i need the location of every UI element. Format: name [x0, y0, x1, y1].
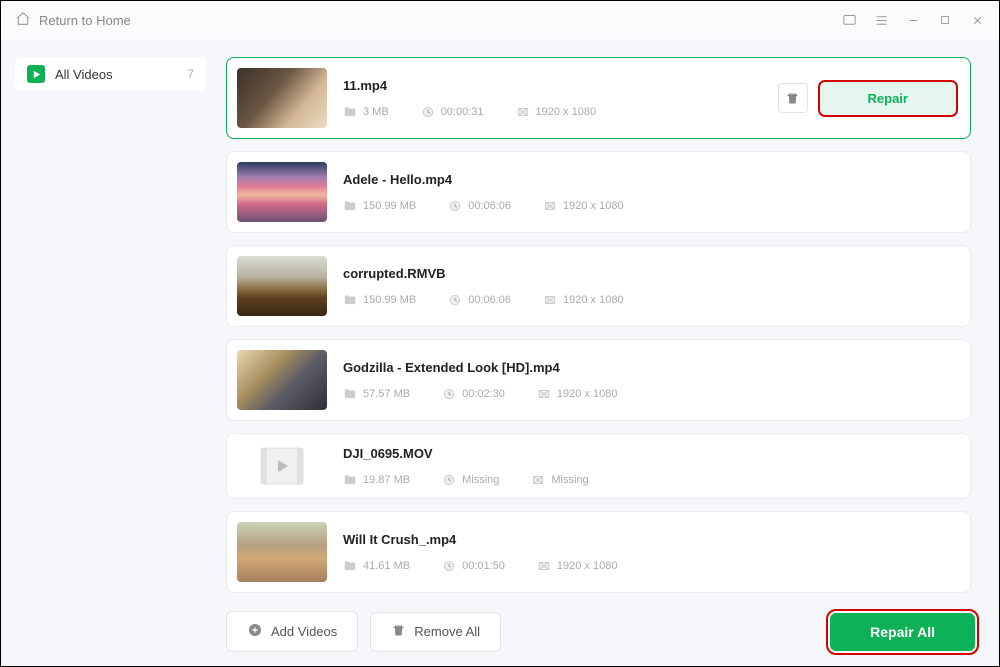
size-icon	[343, 199, 357, 213]
video-resolution: 1920 x 1080	[563, 294, 624, 306]
video-meta: 41.61 MB 00:01:50 1920 x 1080	[343, 559, 956, 573]
video-thumbnail	[237, 256, 327, 316]
video-placeholder-icon	[255, 444, 309, 488]
video-card[interactable]: DJI_0695.MOV 19.87 MB Missing Missing	[226, 433, 971, 499]
size-icon	[343, 293, 357, 307]
close-icon[interactable]	[963, 6, 991, 34]
video-list: 11.mp4 3 MB 00:00:31 1920 x 1080 Repair …	[226, 57, 975, 597]
resolution-icon	[537, 387, 551, 401]
video-thumbnail	[237, 68, 327, 128]
maximize-icon[interactable]	[931, 6, 959, 34]
size-icon	[343, 105, 357, 119]
size-icon	[343, 387, 357, 401]
clock-icon	[421, 105, 435, 119]
video-duration: 00:01:50	[462, 560, 505, 572]
video-size: 150.99 MB	[363, 200, 416, 212]
return-home[interactable]: Return to Home	[15, 11, 131, 30]
video-meta: 19.87 MB Missing Missing	[343, 473, 956, 487]
video-filename: Godzilla - Extended Look [HD].mp4	[343, 360, 956, 375]
clock-icon	[442, 387, 456, 401]
minimize-icon[interactable]	[899, 6, 927, 34]
clock-icon	[442, 473, 456, 487]
resolution-icon	[543, 293, 557, 307]
resolution-icon	[537, 559, 551, 573]
trash-icon	[391, 623, 406, 641]
repair-all-button[interactable]: Repair All	[830, 613, 975, 651]
video-filename: corrupted.RMVB	[343, 266, 956, 281]
size-icon	[343, 559, 357, 573]
video-duration: 00:00:31	[441, 106, 484, 118]
resolution-icon	[516, 105, 530, 119]
video-card[interactable]: 11.mp4 3 MB 00:00:31 1920 x 1080 Repair	[226, 57, 971, 139]
video-duration: 00:06:06	[468, 294, 511, 306]
clock-icon	[448, 199, 462, 213]
video-meta: 150.99 MB 00:06:06 1920 x 1080	[343, 199, 956, 213]
resolution-icon	[531, 473, 545, 487]
video-thumbnail	[237, 162, 327, 222]
video-resolution: 1920 x 1080	[557, 560, 618, 572]
video-resolution: 1920 x 1080	[536, 106, 597, 118]
video-resolution: 1920 x 1080	[557, 388, 618, 400]
video-filename: Adele - Hello.mp4	[343, 172, 956, 187]
video-card[interactable]: Will It Crush_.mp4 41.61 MB 00:01:50 192…	[226, 511, 971, 593]
video-card[interactable]: Adele - Hello.mp4 150.99 MB 00:06:06 192…	[226, 151, 971, 233]
repair-button[interactable]: Repair	[820, 82, 956, 115]
video-filename: DJI_0695.MOV	[343, 446, 956, 461]
size-icon	[343, 473, 357, 487]
play-icon	[27, 65, 45, 83]
clock-icon	[442, 559, 456, 573]
repair-button-label: Repair	[868, 91, 908, 106]
video-card[interactable]: Godzilla - Extended Look [HD].mp4 57.57 …	[226, 339, 971, 421]
home-icon	[15, 11, 31, 30]
video-thumbnail	[237, 522, 327, 582]
video-thumbnail	[237, 350, 327, 410]
video-resolution: Missing	[551, 474, 588, 486]
sidebar-item-label: All Videos	[55, 67, 187, 82]
add-videos-label: Add Videos	[271, 624, 337, 639]
video-resolution: 1920 x 1080	[563, 200, 624, 212]
video-size: 19.87 MB	[363, 474, 410, 486]
video-size: 150.99 MB	[363, 294, 416, 306]
video-size: 41.61 MB	[363, 560, 410, 572]
video-card[interactable]: corrupted.RMVB 150.99 MB 00:06:06 1920 x…	[226, 245, 971, 327]
plus-icon	[247, 622, 263, 641]
titlebar: Return to Home	[1, 1, 999, 39]
video-duration: 00:06:06	[468, 200, 511, 212]
sidebar: All Videos 7	[1, 39, 216, 666]
footer: Add Videos Remove All Repair All	[226, 597, 975, 652]
remove-all-button[interactable]: Remove All	[370, 612, 501, 652]
resolution-icon	[543, 199, 557, 213]
add-videos-button[interactable]: Add Videos	[226, 611, 358, 652]
video-size: 57.57 MB	[363, 388, 410, 400]
video-meta: 57.57 MB 00:02:30 1920 x 1080	[343, 387, 956, 401]
menu-icon[interactable]	[867, 6, 895, 34]
video-duration: 00:02:30	[462, 388, 505, 400]
sidebar-item-count: 7	[187, 67, 194, 81]
sidebar-item-all-videos[interactable]: All Videos 7	[15, 57, 206, 91]
video-meta: 150.99 MB 00:06:06 1920 x 1080	[343, 293, 956, 307]
video-size: 3 MB	[363, 106, 389, 118]
feedback-icon[interactable]	[835, 6, 863, 34]
clock-icon	[448, 293, 462, 307]
video-filename: 11.mp4	[343, 78, 762, 93]
video-meta: 3 MB 00:00:31 1920 x 1080	[343, 105, 762, 119]
repair-all-label: Repair All	[870, 624, 935, 640]
remove-all-label: Remove All	[414, 624, 480, 639]
video-duration: Missing	[462, 474, 499, 486]
delete-button[interactable]	[778, 83, 808, 113]
return-home-label: Return to Home	[39, 13, 131, 28]
video-filename: Will It Crush_.mp4	[343, 532, 956, 547]
